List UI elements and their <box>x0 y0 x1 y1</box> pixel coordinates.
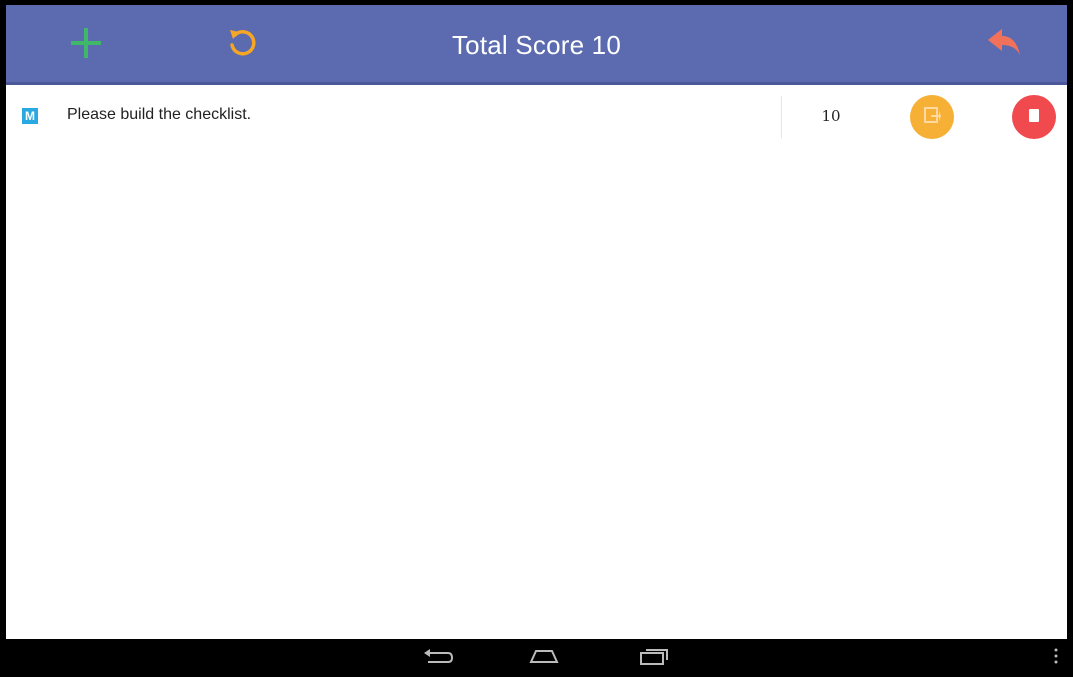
page-title: Total Score 10 <box>451 29 621 60</box>
checklist-item-text: Please build the checklist. <box>67 106 252 123</box>
back-button[interactable] <box>982 23 1026 67</box>
checklist-item[interactable]: M Please build the checklist. 10 <box>6 88 1067 146</box>
edit-button[interactable] <box>910 95 954 139</box>
overflow-menu-icon <box>1053 646 1059 671</box>
nav-back-icon <box>422 646 454 671</box>
reply-arrow-icon <box>986 27 1022 64</box>
row-divider <box>781 96 782 138</box>
delete-button[interactable] <box>1012 95 1056 139</box>
nav-home-icon <box>528 646 560 671</box>
nav-back-button[interactable] <box>418 646 458 670</box>
edit-icon <box>922 105 942 130</box>
item-score: 10 <box>821 107 841 125</box>
trash-icon <box>1025 106 1043 129</box>
nav-home-button[interactable] <box>524 646 564 670</box>
app-header: Total Score 10 <box>6 5 1067 85</box>
overflow-menu-button[interactable] <box>1046 646 1066 670</box>
system-navigation-bar <box>0 639 1073 677</box>
plus-icon <box>69 26 103 65</box>
refresh-icon <box>225 26 259 65</box>
nav-recents-button[interactable] <box>634 646 674 670</box>
nav-recents-icon <box>638 646 670 671</box>
add-button[interactable] <box>64 23 108 67</box>
refresh-button[interactable] <box>220 23 264 67</box>
type-badge: M <box>22 108 38 124</box>
